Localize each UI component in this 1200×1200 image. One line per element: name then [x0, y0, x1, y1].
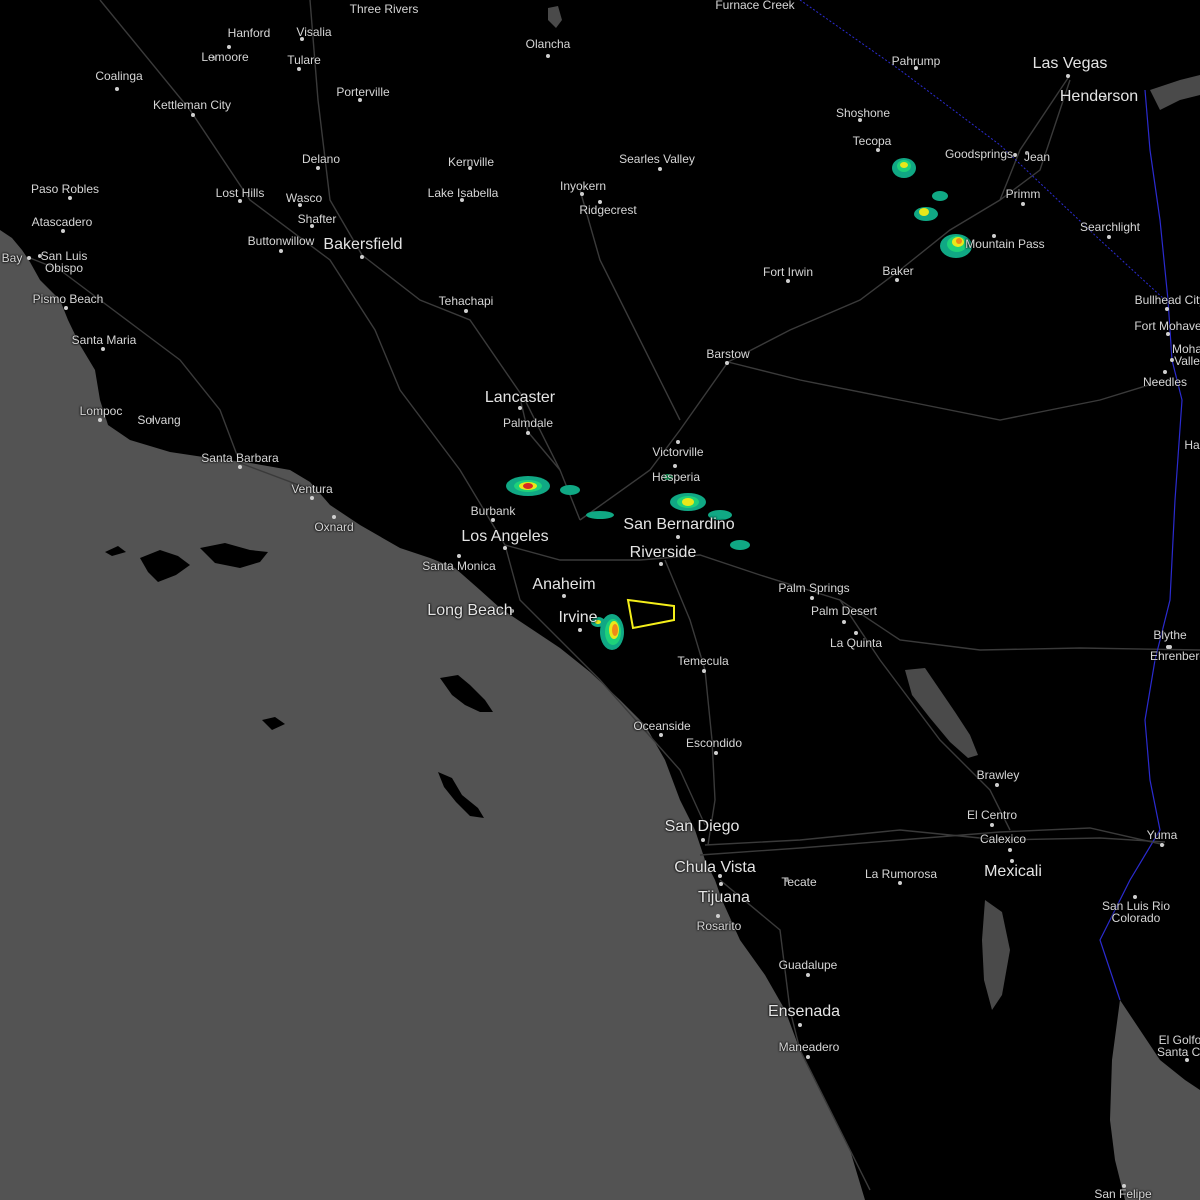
city-marker-fort-mohave	[1166, 332, 1170, 336]
city-marker-inyokern	[580, 192, 584, 196]
city-marker-ventura	[310, 496, 314, 500]
city-marker-chula-vista	[718, 874, 722, 878]
city-marker-el-centro	[990, 823, 994, 827]
city-marker-oceanside	[659, 733, 663, 737]
city-marker-porterville	[358, 98, 362, 102]
city-marker-mexicali	[1010, 859, 1014, 863]
city-marker-palmdale	[526, 431, 530, 435]
city-marker-long-beach	[510, 609, 514, 613]
city-marker-rosarito	[716, 914, 720, 918]
city-marker-shafter	[310, 224, 314, 228]
city-marker-la-quinta	[854, 631, 858, 635]
city-marker-el-golfo-de-santa-clara	[1185, 1058, 1189, 1062]
city-marker-maneadero	[806, 1055, 810, 1059]
city-marker-calexico	[1008, 848, 1012, 852]
city-marker-san-felipe	[1122, 1184, 1126, 1188]
city-marker-las-vegas	[1066, 74, 1070, 78]
city-marker-tehachapi	[464, 309, 468, 313]
city-marker-brawley	[995, 783, 999, 787]
city-marker-bay	[27, 256, 31, 260]
city-marker-delano	[316, 166, 320, 170]
city-marker-hanford	[227, 45, 231, 49]
city-marker-pahrump	[914, 66, 918, 70]
city-marker-santa-maria	[101, 347, 105, 351]
city-marker-mohave-valley	[1170, 358, 1174, 362]
city-marker-ridgecrest	[598, 200, 602, 204]
city-marker-temecula	[702, 669, 706, 673]
city-marker-fort-irwin	[786, 279, 790, 283]
city-marker-paso-robles	[68, 196, 72, 200]
city-marker-escondido	[714, 751, 718, 755]
city-marker-visalia	[300, 37, 304, 41]
city-marker-lemoore	[212, 56, 216, 60]
city-marker-anaheim	[562, 594, 566, 598]
city-marker-tijuana	[719, 882, 723, 886]
city-marker-needles	[1163, 370, 1167, 374]
city-marker-searles-valley	[658, 167, 662, 171]
city-marker-santa-barbara	[238, 465, 242, 469]
city-marker-oxnard	[332, 515, 336, 519]
city-marker-san-luis-rio-colorado	[1133, 895, 1137, 899]
city-marker-coalinga	[115, 87, 119, 91]
city-marker-henderson	[1103, 96, 1107, 100]
city-marker-buttonwillow	[279, 249, 283, 253]
city-marker-solvang	[150, 418, 154, 422]
city-marker-lancaster	[518, 406, 522, 410]
city-marker-ehrenberg	[1166, 645, 1170, 649]
city-marker-los-angeles	[503, 546, 507, 550]
city-marker-wasco	[298, 203, 302, 207]
city-marker-san-diego	[701, 838, 705, 842]
city-marker-goodsprings	[1013, 153, 1017, 157]
city-marker-tecopa	[876, 148, 880, 152]
city-marker-kettleman-city	[191, 113, 195, 117]
city-marker-la-rumorosa	[898, 881, 902, 885]
city-marker-san-bernardino	[676, 535, 680, 539]
city-marker-guadalupe	[806, 973, 810, 977]
city-marker-shoshone	[858, 118, 862, 122]
city-marker-victorville	[676, 440, 680, 444]
city-marker-burbank	[491, 518, 495, 522]
city-marker-ensenada	[798, 1023, 802, 1027]
radar-map[interactable]: Furnace Creek Three Rivers Hanford Visalia L…	[0, 0, 1200, 1200]
city-marker-bullhead-city	[1165, 307, 1169, 311]
city-marker-tecate	[785, 878, 789, 882]
city-marker-santa-monica	[457, 554, 461, 558]
city-marker-san-luis-obispo	[38, 254, 42, 258]
city-marker-tulare	[297, 67, 301, 71]
city-marker-barstow	[725, 361, 729, 365]
city-marker-lompoc	[98, 418, 102, 422]
city-marker-irvine	[578, 628, 582, 632]
city-marker-bakersfield	[360, 255, 364, 259]
city-marker-primm	[1021, 202, 1025, 206]
city-marker-searchlight	[1107, 235, 1111, 239]
city-marker-mountain-pass	[992, 234, 996, 238]
city-marker-atascadero	[61, 229, 65, 233]
city-marker-hesperia	[673, 464, 677, 468]
city-marker-olancha	[546, 54, 550, 58]
city-marker-palm-desert	[842, 620, 846, 624]
basemap	[0, 0, 1200, 1200]
city-marker-pismo-beach	[64, 306, 68, 310]
city-marker-palm-springs	[810, 596, 814, 600]
city-marker-yuma	[1160, 843, 1164, 847]
city-marker-baker	[895, 278, 899, 282]
city-marker-riverside	[659, 562, 663, 566]
city-marker-kernville	[468, 166, 472, 170]
city-marker-lake-isabella	[460, 198, 464, 202]
city-marker-jean	[1025, 151, 1029, 155]
city-marker-lost-hills	[238, 199, 242, 203]
